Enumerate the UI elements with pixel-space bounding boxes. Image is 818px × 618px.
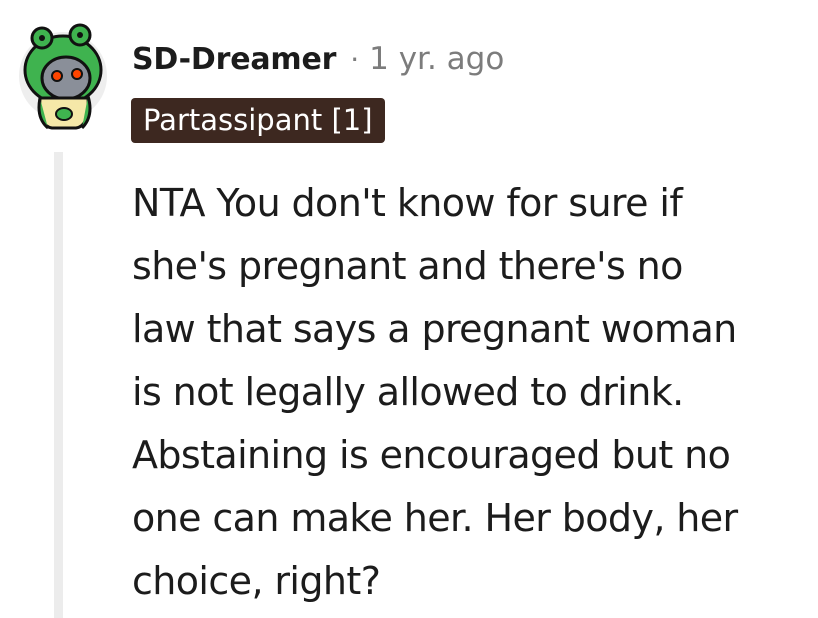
comment-body-line: choice, right?: [132, 559, 381, 603]
comment-body-line: NTA You don't know for sure if: [132, 181, 683, 225]
meta-separator: ·: [350, 42, 360, 76]
user-flair-badge: Partassipant [1]: [131, 98, 385, 143]
timestamp-link[interactable]: 1 yr. ago: [369, 41, 504, 77]
comment-body-line: she's pregnant and there's no: [132, 244, 683, 288]
user-avatar-icon[interactable]: [18, 18, 108, 133]
comment-body: NTA You don't know for sure if she's pre…: [132, 172, 802, 613]
snoo-face: [40, 55, 92, 101]
snoo-eye-left: [51, 70, 63, 82]
comment-body-line: law that says a pregnant woman: [132, 307, 737, 351]
comment-body-line: Abstaining is encouraged but no: [132, 433, 731, 477]
snoo-frog-hood-avatar-icon: [19, 23, 107, 130]
username-link[interactable]: SD-Dreamer: [132, 42, 336, 77]
snoo-eye-right: [71, 68, 83, 80]
comment-body-line: is not legally allowed to drink.: [132, 370, 684, 414]
comment-body-line: one can make her. Her body, her: [132, 496, 738, 540]
thread-collapse-line[interactable]: [54, 152, 63, 618]
comment: SD-Dreamer · 1 yr. ago Partassipant [1] …: [0, 0, 818, 618]
comment-meta: SD-Dreamer · 1 yr. ago: [132, 36, 504, 82]
